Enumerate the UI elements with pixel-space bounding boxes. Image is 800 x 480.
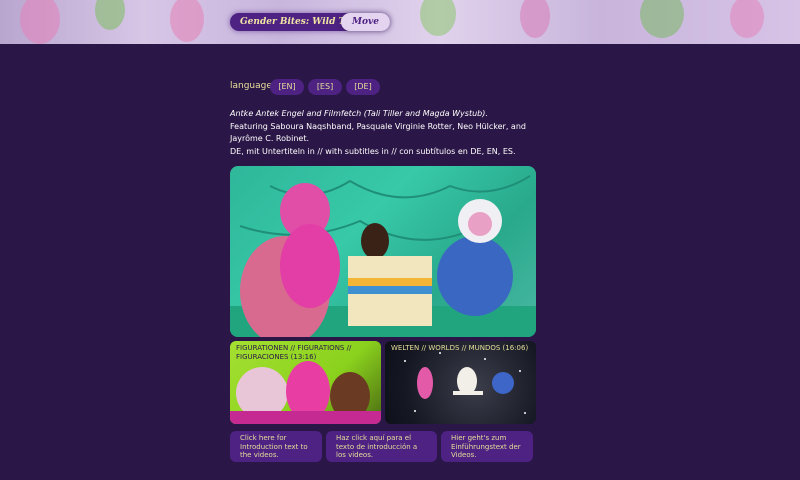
banner-decoration [640, 0, 684, 38]
move-button[interactable]: Move [341, 13, 390, 31]
video-thumbnail-figurations[interactable]: FIGURATIONEN // FIGURATIONS // FIGURACIO… [230, 341, 381, 424]
language-en-button[interactable]: [EN] [270, 79, 304, 95]
intro-button-es[interactable]: Haz click aquí para el texto de introduc… [326, 431, 437, 462]
worlds-illustration [404, 352, 526, 414]
intro-button-en[interactable]: Click here for Introduction text to the … [230, 431, 322, 462]
hero-illustration [230, 175, 536, 337]
credits-text: Antke Antek Engel and Filmfetch (Tali Ti… [230, 108, 536, 158]
banner-decoration [420, 0, 456, 36]
video-caption-figurations: FIGURATIONEN // FIGURATIONS // FIGURACIO… [236, 344, 352, 361]
intro-button-de[interactable]: Hier geht's zum Einführungstext der Vide… [441, 431, 533, 462]
credits-featuring: Featuring Saboura Naqshband, Pasquale Vi… [230, 121, 526, 144]
language-es-button[interactable]: [ES] [308, 79, 342, 95]
credits-authors: Antke Antek Engel and Filmfetch (Tali Ti… [230, 109, 488, 118]
credits-subtitles: DE, mit Untertiteln in // with subtitles… [230, 146, 516, 156]
language-de-button[interactable]: [DE] [346, 79, 380, 95]
video-thumbnail-worlds[interactable]: WELTEN // WORLDS // MUNDOS (16:06) [385, 341, 536, 424]
banner-decoration [520, 0, 550, 38]
video-caption-worlds: WELTEN // WORLDS // MUNDOS (16:06) [391, 344, 529, 352]
hero-video-still[interactable] [230, 166, 536, 337]
banner-decoration [730, 0, 764, 38]
banner-decoration [170, 0, 204, 42]
top-banner: Gender Bites: Wild Tongues Move [0, 0, 800, 44]
banner-decoration [20, 0, 60, 44]
banner-decoration [95, 0, 125, 30]
